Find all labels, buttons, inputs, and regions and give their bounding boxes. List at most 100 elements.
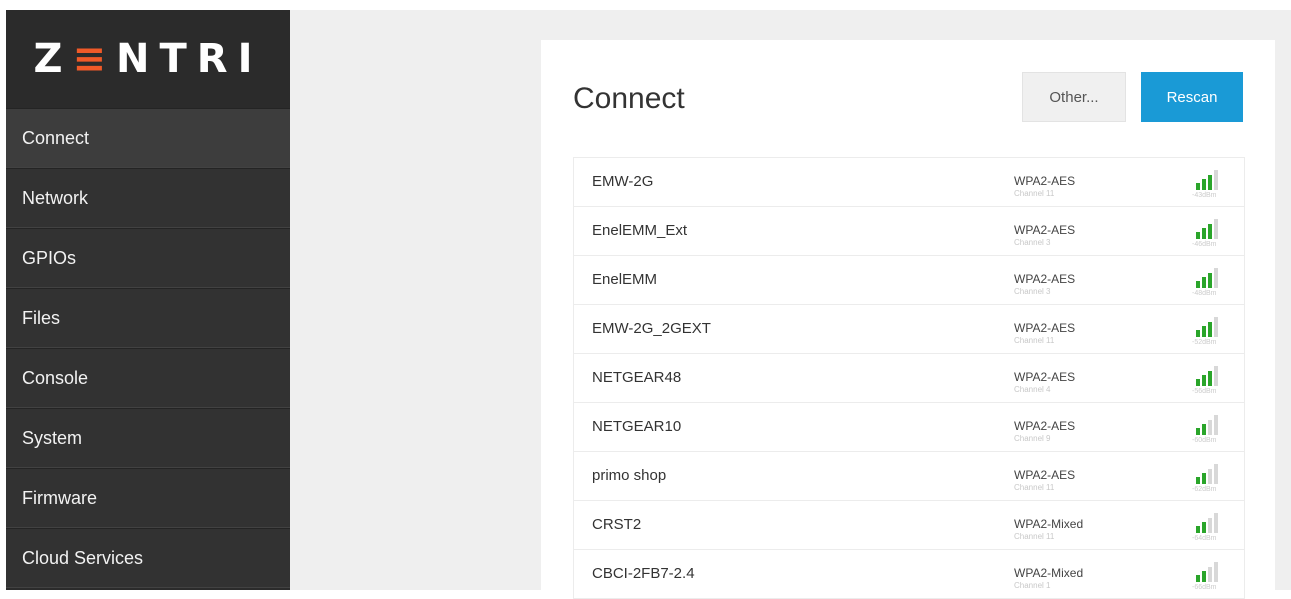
network-rssi: -52dBm: [1192, 339, 1217, 346]
sidebar: Z ≡ NTRI Connect Network GPIOs Files Conso…: [6, 10, 290, 590]
network-ssid: EnelEMM: [592, 271, 658, 288]
network-row[interactable]: primo shop WPA2-AES Channel 11 -62dBm: [574, 452, 1244, 501]
network-channel: Channel 11: [1014, 532, 1055, 541]
sidebar-item-label: System: [22, 427, 83, 448]
signal-bar: [1202, 228, 1206, 239]
signal-bar: [1214, 317, 1218, 337]
wifi-signal-icon: [1196, 462, 1224, 484]
wifi-signal-icon: [1196, 413, 1224, 435]
network-ssid: EMW-2G: [592, 173, 654, 190]
network-row[interactable]: CBCI-2FB7-2.4 WPA2-Mixed Channel 1 -66dB…: [574, 550, 1244, 599]
signal-bar: [1214, 513, 1218, 533]
network-channel: Channel 11: [1014, 336, 1055, 345]
network-rssi: -60dBm: [1192, 437, 1217, 444]
signal-bar: [1208, 469, 1212, 484]
network-ssid: CRST2: [592, 516, 642, 533]
network-ssid: EMW-2G_2GEXT: [592, 320, 711, 337]
signal-bar: [1208, 420, 1212, 435]
sidebar-item-label: Console: [22, 367, 89, 388]
network-channel: Channel 4: [1014, 385, 1051, 394]
network-security: WPA2-Mixed: [1014, 517, 1084, 531]
signal-bar: [1196, 281, 1200, 288]
logo-letter-z: Z: [33, 36, 73, 82]
signal-bar: [1214, 219, 1218, 239]
network-rssi: -46dBm: [1192, 241, 1217, 248]
network-channel: Channel 3: [1014, 287, 1051, 296]
signal-bar: [1202, 522, 1206, 533]
logo-letters-ntri: NTRI: [116, 36, 263, 82]
network-channel: Channel 1: [1014, 581, 1051, 590]
signal-bar: [1202, 179, 1206, 190]
signal-bar: [1208, 518, 1212, 533]
signal-bar: [1208, 175, 1212, 190]
sidebar-item-system[interactable]: System: [6, 408, 290, 468]
network-ssid: EnelEMM_Ext: [592, 222, 688, 239]
network-rssi: -56dBm: [1192, 388, 1217, 395]
sidebar-item-console[interactable]: Console: [6, 348, 290, 408]
network-row[interactable]: EMW-2G_2GEXT WPA2-AES Channel 11 -52dBm: [574, 305, 1244, 354]
network-row[interactable]: EnelEMM WPA2-AES Channel 3 -48dBm: [574, 256, 1244, 305]
sidebar-item-label: Firmware: [22, 487, 97, 508]
signal-bar: [1208, 567, 1212, 582]
logo-accent-glyph: ≡: [72, 36, 117, 82]
signal-bar: [1202, 326, 1206, 337]
connect-panel: Connect Other... Rescan EMW-2G WPA2-AES …: [541, 40, 1275, 599]
signal-bar: [1196, 477, 1200, 484]
signal-bar: [1196, 330, 1200, 337]
signal-bar: [1202, 375, 1206, 386]
network-ssid: CBCI-2FB7-2.4: [592, 565, 695, 582]
sidebar-item-network[interactable]: Network: [6, 168, 290, 228]
network-ssid: NETGEAR48: [592, 369, 682, 386]
signal-bar: [1208, 224, 1212, 239]
network-channel: Channel 11: [1014, 483, 1055, 492]
signal-bar: [1202, 424, 1206, 435]
signal-bar: [1202, 473, 1206, 484]
wifi-signal-icon: [1196, 168, 1224, 190]
signal-bar: [1196, 575, 1200, 582]
sidebar-item-label: GPIOs: [22, 247, 77, 268]
network-security: WPA2-Mixed: [1014, 566, 1084, 580]
signal-bar: [1208, 273, 1212, 288]
sidebar-item-label: Connect: [22, 127, 90, 148]
wifi-signal-icon: [1196, 560, 1224, 582]
network-row[interactable]: NETGEAR10 WPA2-AES Channel 9 -60dBm: [574, 403, 1244, 452]
signal-bar: [1214, 464, 1218, 484]
network-security: WPA2-AES: [1014, 321, 1076, 335]
signal-bar: [1196, 232, 1200, 239]
page-title: Connect: [573, 82, 685, 115]
signal-bar: [1196, 379, 1200, 386]
sidebar-item-label: Files: [22, 307, 61, 328]
other-network-button[interactable]: Other...: [1022, 72, 1126, 122]
sidebar-item-gpios[interactable]: GPIOs: [6, 228, 290, 288]
network-row[interactable]: CRST2 WPA2-Mixed Channel 11 -64dBm: [574, 501, 1244, 550]
network-rssi: -62dBm: [1192, 486, 1217, 493]
network-rssi: -64dBm: [1192, 535, 1217, 542]
network-security: WPA2-AES: [1014, 223, 1076, 237]
wifi-signal-icon: [1196, 315, 1224, 337]
network-channel: Channel 11: [1014, 189, 1055, 198]
sidebar-item-files[interactable]: Files: [6, 288, 290, 348]
signal-bar: [1214, 562, 1218, 582]
rescan-button[interactable]: Rescan: [1141, 72, 1243, 122]
network-row[interactable]: EnelEMM_Ext WPA2-AES Channel 3 -46dBm: [574, 207, 1244, 256]
signal-bar: [1196, 428, 1200, 435]
zentri-logo[interactable]: Z ≡ NTRI: [6, 10, 290, 108]
network-security: WPA2-AES: [1014, 272, 1076, 286]
sidebar-item-cloud-services[interactable]: Cloud Services: [6, 528, 290, 588]
network-rssi: -48dBm: [1192, 290, 1217, 297]
network-row[interactable]: EMW-2G WPA2-AES Channel 11 -43dBm: [574, 158, 1244, 207]
network-ssid: NETGEAR10: [592, 418, 682, 435]
signal-bar: [1208, 322, 1212, 337]
sidebar-item-firmware[interactable]: Firmware: [6, 468, 290, 528]
network-security: WPA2-AES: [1014, 370, 1076, 384]
wifi-signal-icon: [1196, 364, 1224, 386]
network-row[interactable]: NETGEAR48 WPA2-AES Channel 4 -56dBm: [574, 354, 1244, 403]
network-security: WPA2-AES: [1014, 174, 1076, 188]
signal-bar: [1208, 371, 1212, 386]
signal-bar: [1214, 415, 1218, 435]
sidebar-item-label: Cloud Services: [22, 547, 144, 568]
signal-bar: [1214, 366, 1218, 386]
network-ssid: primo shop: [592, 467, 667, 484]
network-security: WPA2-AES: [1014, 468, 1076, 482]
sidebar-item-connect[interactable]: Connect: [6, 108, 290, 168]
